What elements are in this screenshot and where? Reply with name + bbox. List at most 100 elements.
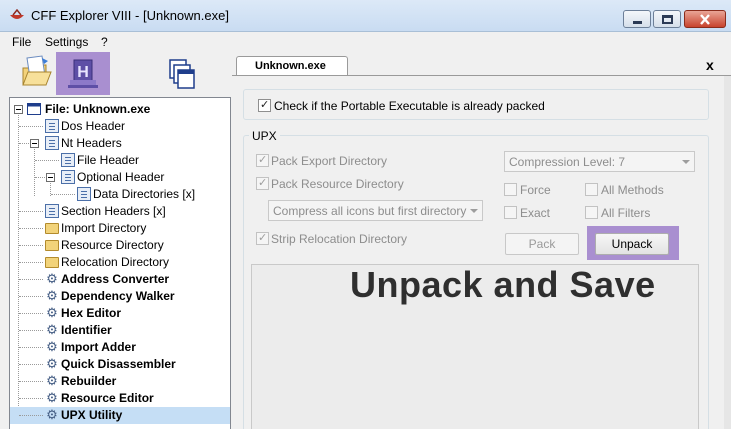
tree-item-label: Quick Disassembler xyxy=(61,357,176,371)
tree-item-hex-editor[interactable]: ⚙ Hex Editor xyxy=(10,305,230,322)
tree-item-nt-headers[interactable]: Nt Headers xyxy=(10,135,230,152)
window-icon xyxy=(27,103,41,115)
tree-line xyxy=(19,211,43,212)
tree-item-label: Import Adder xyxy=(61,340,136,354)
tree-line xyxy=(19,126,43,127)
tool-icon: ⚙ xyxy=(46,271,58,286)
minimize-icon xyxy=(633,21,642,24)
packed-checkbox[interactable] xyxy=(258,98,271,112)
tree-item-address-converter[interactable]: ⚙ Address Converter xyxy=(10,271,230,288)
tree-line xyxy=(19,415,43,416)
strip-relocation-checkbox[interactable] xyxy=(256,231,269,245)
collapse-icon[interactable] xyxy=(14,105,23,114)
menu-file[interactable]: File xyxy=(12,35,31,49)
tree-item-label: UPX Utility xyxy=(61,408,123,422)
strip-relocation-label: Strip Relocation Directory xyxy=(271,232,408,246)
tree-item-optional-header[interactable]: Optional Header xyxy=(10,169,230,186)
tool-icon: ⚙ xyxy=(46,288,58,303)
force-checkbox[interactable] xyxy=(504,183,517,196)
tree-line xyxy=(19,398,43,399)
tool-icon: ⚙ xyxy=(46,390,58,405)
document-icon xyxy=(45,119,59,133)
tree-item-rebuilder[interactable]: ⚙ Rebuilder xyxy=(10,373,230,390)
all-methods-label: All Methods xyxy=(601,183,664,197)
tool-icon: ⚙ xyxy=(46,339,58,354)
compress-icons-value: Compress all icons but first directory xyxy=(273,204,467,218)
tree-line xyxy=(19,330,43,331)
tree-line xyxy=(19,364,43,365)
tree-item-file[interactable]: File: Unknown.exe xyxy=(10,101,230,118)
tree-item-label: Dos Header xyxy=(61,119,126,133)
exact-checkbox[interactable] xyxy=(504,206,517,219)
tool-icon: ⚙ xyxy=(46,356,58,371)
tree-item-identifier[interactable]: ⚙ Identifier xyxy=(10,322,230,339)
maximize-icon xyxy=(662,15,673,24)
tree-item-label: Section Headers [x] xyxy=(61,204,166,218)
all-methods-checkbox[interactable] xyxy=(585,183,598,196)
pack-export-checkbox[interactable] xyxy=(256,153,269,167)
tree-item-upx-utility[interactable]: ⚙ UPX Utility xyxy=(10,407,230,424)
menu-settings[interactable]: Settings xyxy=(45,35,88,49)
maximize-button[interactable] xyxy=(653,10,681,28)
tool-icon: ⚙ xyxy=(46,373,58,388)
minimize-button[interactable] xyxy=(623,10,651,28)
folder-icon xyxy=(45,257,59,268)
tree-item-label: Relocation Directory xyxy=(61,255,170,269)
tree-item-section-headers[interactable]: Section Headers [x] xyxy=(10,203,230,220)
compression-level-value: Compression Level: 7 xyxy=(509,155,626,169)
force-label: Force xyxy=(520,183,551,197)
all-filters-checkbox[interactable] xyxy=(585,206,598,219)
collapse-icon[interactable] xyxy=(46,173,55,182)
unpack-button[interactable]: Unpack xyxy=(595,233,669,255)
tree-item-relocation-directory[interactable]: Relocation Directory xyxy=(10,254,230,271)
tree-item-file-header[interactable]: File Header xyxy=(10,152,230,169)
close-icon xyxy=(700,14,710,25)
menu-bar: File Settings ? xyxy=(0,32,731,52)
document-icon xyxy=(61,153,75,167)
compression-level-select[interactable]: Compression Level: 7 xyxy=(504,151,695,172)
all-filters-label: All Filters xyxy=(601,206,651,220)
tree-item-dos-header[interactable]: Dos Header xyxy=(10,118,230,135)
toolbar: H xyxy=(0,52,232,97)
document-icon xyxy=(45,204,59,218)
tab-label: Unknown.exe xyxy=(255,60,326,72)
tree-item-resource-directory[interactable]: Resource Directory xyxy=(10,237,230,254)
tree-item-data-directories[interactable]: Data Directories [x] xyxy=(10,186,230,203)
close-button[interactable] xyxy=(684,10,726,28)
window-title: CFF Explorer VIII - [Unknown.exe] xyxy=(31,8,229,23)
tab-unknown-exe[interactable]: Unknown.exe xyxy=(236,56,348,76)
open-folder-icon xyxy=(22,55,52,86)
tree-item-dependency-walker[interactable]: ⚙ Dependency Walker xyxy=(10,288,230,305)
tree-item-label: File Header xyxy=(77,153,140,167)
tree-item-label: Hex Editor xyxy=(61,306,122,320)
folder-icon xyxy=(45,223,59,234)
compress-icons-select[interactable]: Compress all icons but first directory xyxy=(268,200,483,221)
windows-button[interactable] xyxy=(164,52,198,95)
pack-resource-checkbox[interactable] xyxy=(256,176,269,190)
tree-item-quick-disassembler[interactable]: ⚙ Quick Disassembler xyxy=(10,356,230,373)
tree-line xyxy=(19,279,43,280)
tree-line xyxy=(19,228,43,229)
close-tab-icon[interactable]: x xyxy=(706,57,714,73)
tree-item-label: Import Directory xyxy=(61,221,147,235)
tree-item-import-directory[interactable]: Import Directory xyxy=(10,220,230,237)
tool-icon: ⚙ xyxy=(46,407,58,422)
tree-item-import-adder[interactable]: ⚙ Import Adder xyxy=(10,339,230,356)
document-icon xyxy=(61,170,75,184)
menu-help[interactable]: ? xyxy=(101,35,108,49)
exact-label: Exact xyxy=(520,206,551,220)
annotation-unpack-and-save: Unpack and Save xyxy=(350,264,656,305)
h-tool-button[interactable]: H xyxy=(56,52,110,95)
scrollbar[interactable] xyxy=(724,76,731,429)
tree-item-label: Address Converter xyxy=(61,272,170,286)
pack-button[interactable]: Pack xyxy=(505,233,579,255)
collapse-icon[interactable] xyxy=(30,139,39,148)
tree-view[interactable]: File: Unknown.exe Dos Header Nt Headers … xyxy=(9,97,231,429)
tree-line xyxy=(19,245,43,246)
tree-item-resource-editor[interactable]: ⚙ Resource Editor xyxy=(10,390,230,407)
open-file-button[interactable] xyxy=(20,52,54,95)
tool-icon: ⚙ xyxy=(46,305,58,320)
tree-item-label: Data Directories [x] xyxy=(93,187,196,201)
tree-item-label: Nt Headers xyxy=(61,136,122,150)
tree-item-label: Identifier xyxy=(61,323,112,337)
